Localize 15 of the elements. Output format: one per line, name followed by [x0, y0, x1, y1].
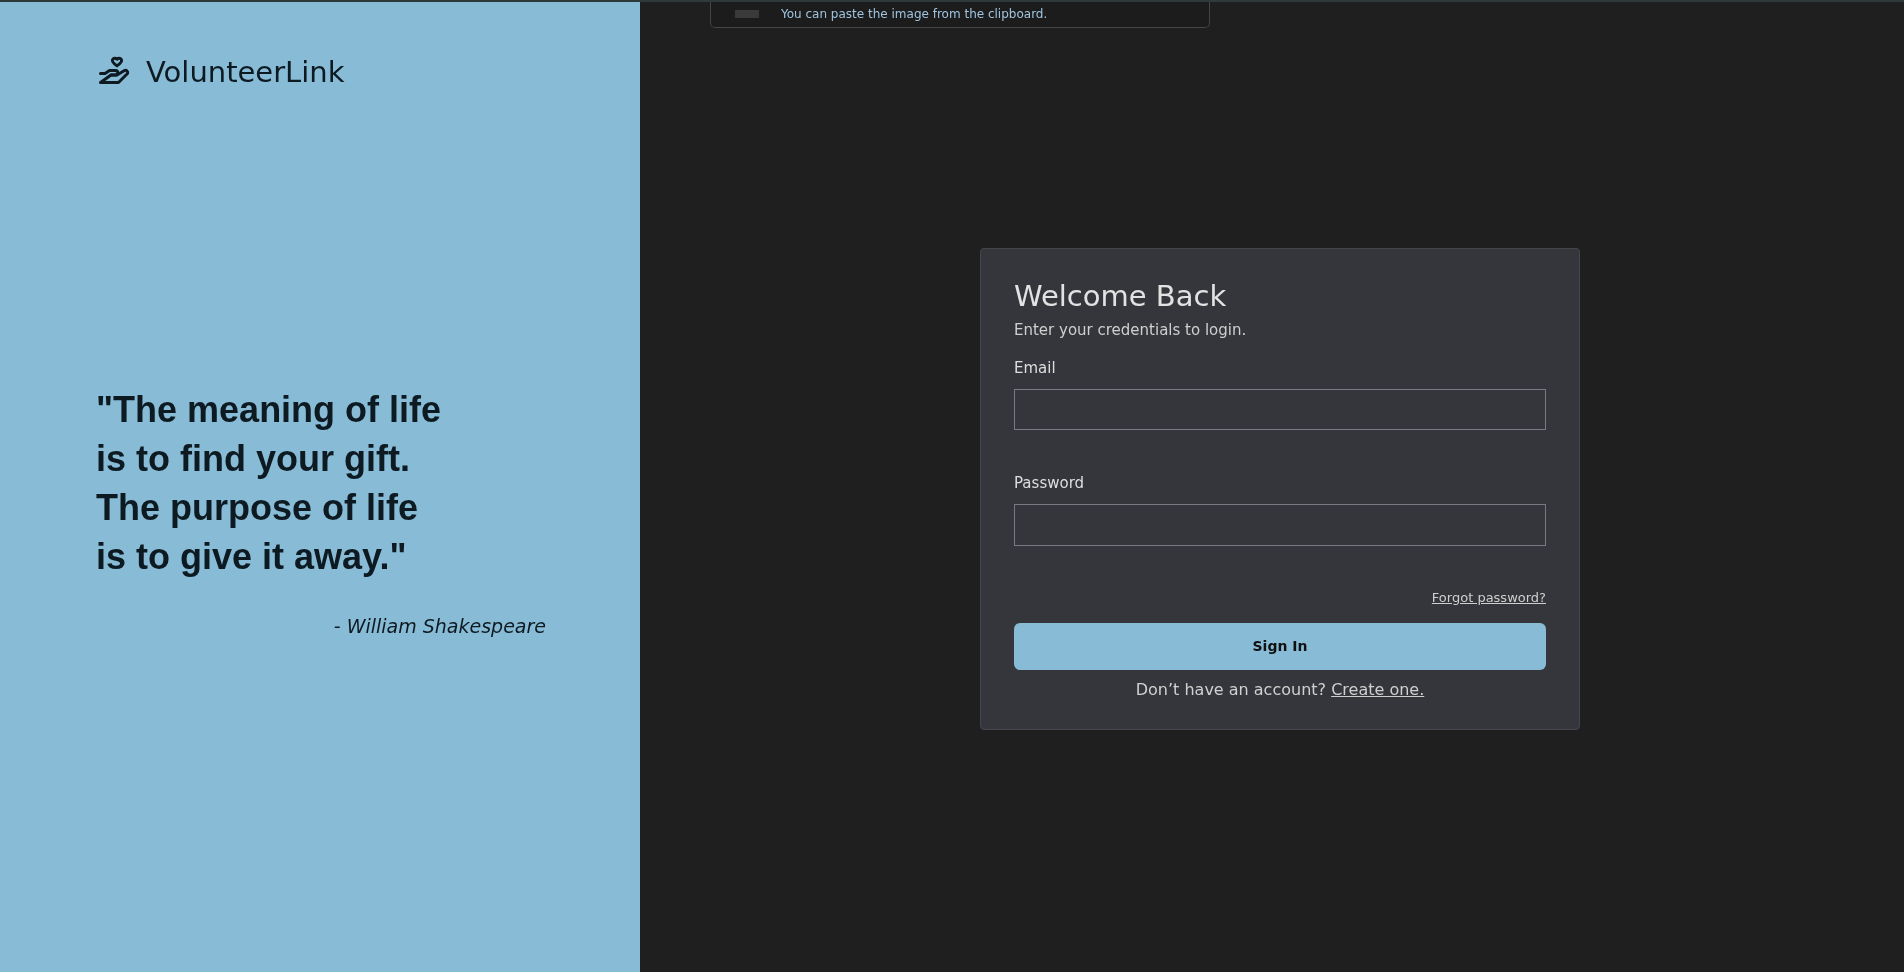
quote-text: "The meaning of life is to find your gift. The purpose of life is to give it away." [96, 388, 443, 579]
image-icon [735, 9, 759, 18]
field-label: Email [1014, 359, 1057, 377]
create-account-link[interactable]: Create one. [1331, 680, 1425, 699]
login-subtitle: Enter your credentials to login. [1014, 321, 1248, 339]
brand-name: VolunteerLink [146, 55, 345, 89]
field-label: Password [1014, 474, 1086, 493]
signup-prompt: Don’t have an account? [1135, 680, 1327, 699]
input-field[interactable] [1014, 504, 1546, 546]
input-field[interactable] [1014, 389, 1546, 431]
login-title: Welcome Back [1014, 279, 1228, 313]
forgot-password-link[interactable]: Forgot password? [1431, 589, 1546, 605]
sign-in-button[interactable]: Sign In [1014, 622, 1546, 670]
quote-author: - William Shakespeare [332, 615, 546, 637]
toast-message: You can paste the image from the clipboard. [781, 6, 1048, 21]
